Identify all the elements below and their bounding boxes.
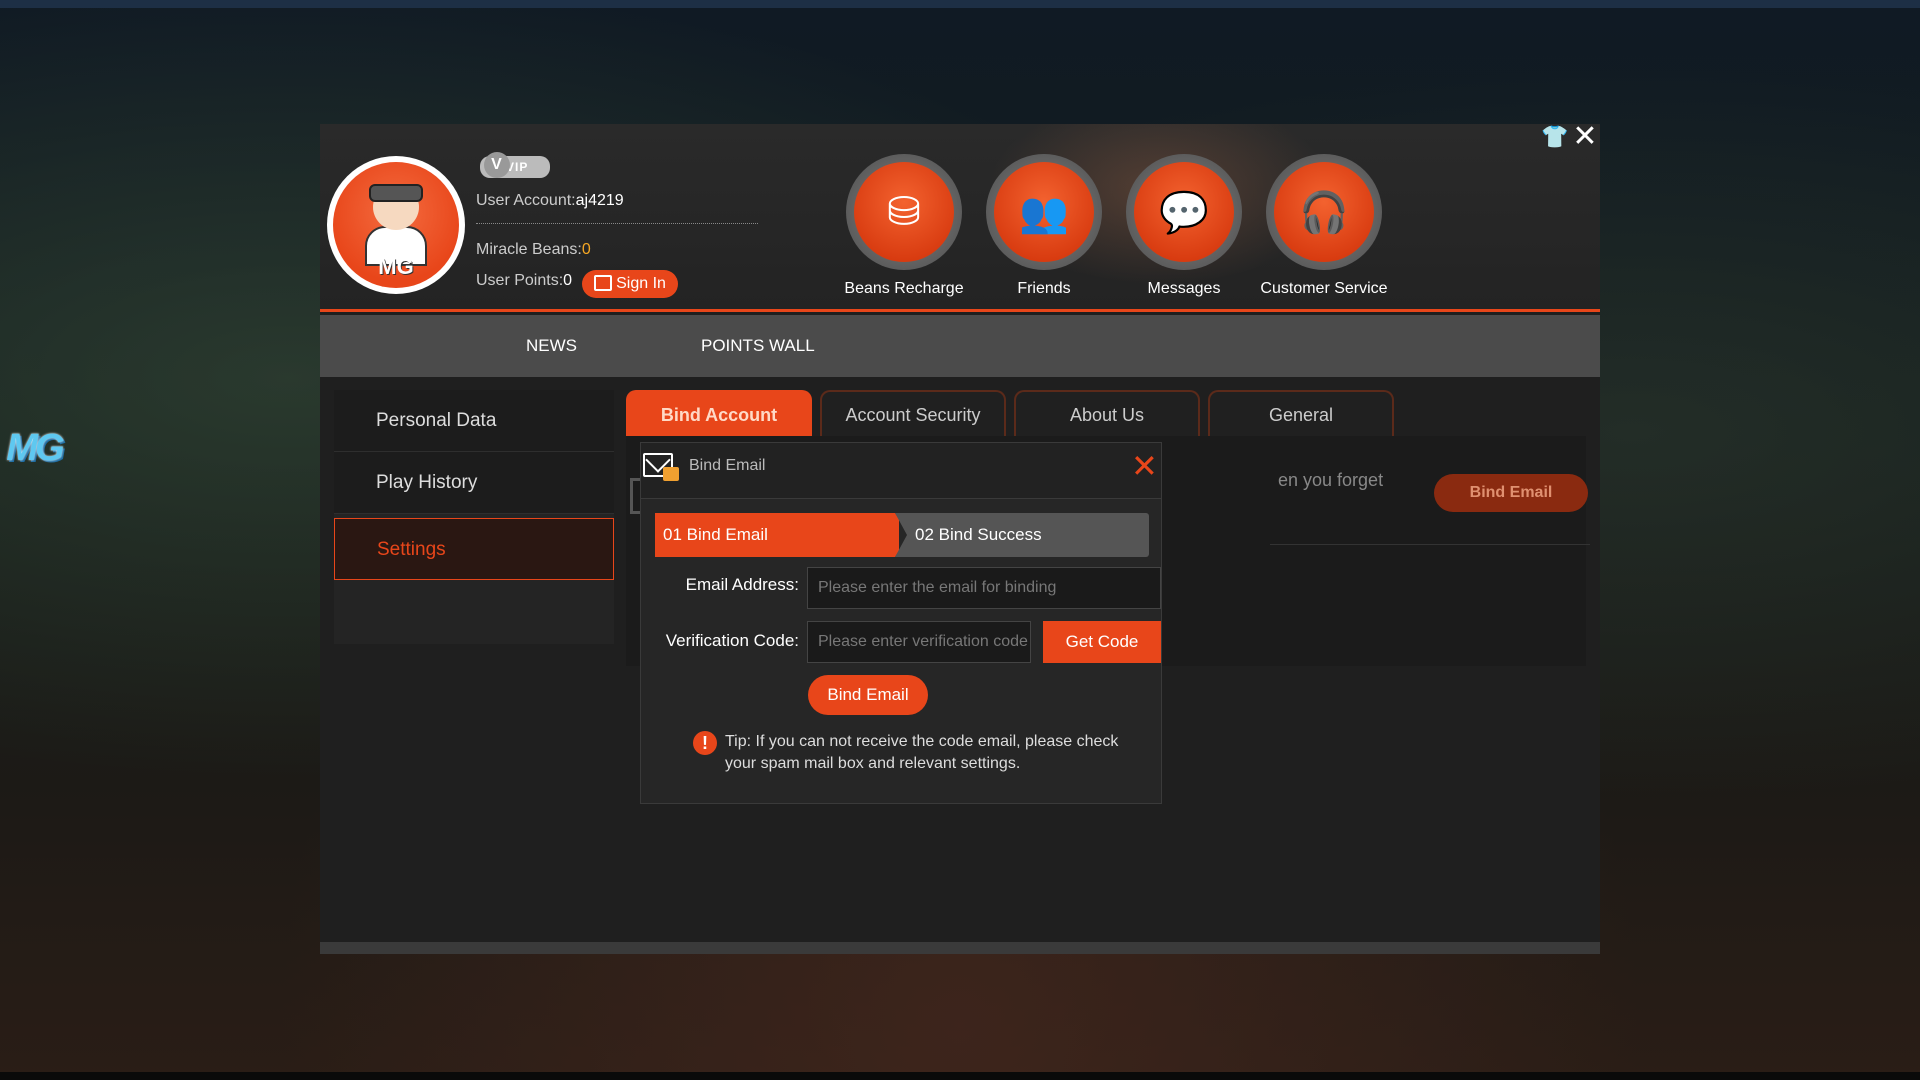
divider xyxy=(476,223,758,224)
user-account-label: User Account: xyxy=(476,192,576,209)
step-bind-success: 02 Bind Success xyxy=(895,513,1149,557)
background-bind-email-button[interactable]: Bind Email xyxy=(1434,474,1588,512)
messages-ring: 💬 xyxy=(1126,154,1242,270)
get-code-button[interactable]: Get Code xyxy=(1043,621,1161,663)
sidebar-item-settings[interactable]: Settings xyxy=(334,518,614,580)
miracle-beans-label: Miracle Beans: xyxy=(476,241,582,258)
verification-code-label: Verification Code: xyxy=(665,631,799,650)
sign-in-label: Sign In xyxy=(616,275,666,292)
background-partial-text: en you forget xyxy=(1278,470,1384,490)
beans-recharge-ring: ⛁ xyxy=(846,154,962,270)
avatar-mg-text: MG xyxy=(378,254,414,279)
headset-icon: 🎧 xyxy=(1274,162,1374,262)
miracle-beans: Miracle Beans:0 xyxy=(476,241,591,259)
tip-text: Tip: If you can not receive the code ema… xyxy=(725,733,1119,772)
top-edge-bar xyxy=(0,0,1920,8)
side-mg-logo[interactable]: MG xyxy=(6,420,64,476)
vip-badge: V VIP xyxy=(480,152,550,178)
email-input[interactable] xyxy=(807,567,1161,609)
user-points-value: 0 xyxy=(563,272,573,289)
coins-icon: ⛁ xyxy=(854,162,954,262)
user-account: User Account:aj4219 xyxy=(476,192,624,210)
miracle-beans-value: 0 xyxy=(581,241,591,258)
customer-service-label: Customer Service xyxy=(1260,280,1388,297)
customer-service-ring: 🎧 xyxy=(1266,154,1382,270)
dialog-close-icon[interactable]: ✕ xyxy=(1131,450,1158,482)
background-divider xyxy=(1270,544,1590,545)
mail-badge-icon xyxy=(663,467,679,481)
nav-points-wall[interactable]: POINTS WALL xyxy=(701,315,815,377)
customer-service-button[interactable]: 🎧 Customer Service xyxy=(1254,154,1394,298)
bind-email-button[interactable]: Bind Email xyxy=(808,675,928,715)
bottom-edge-bar xyxy=(0,1072,1920,1080)
tab-bind-account[interactable]: Bind Account xyxy=(626,390,812,436)
messages-button[interactable]: 💬 Messages xyxy=(1114,154,1254,298)
sidebar: Personal Data Play History Settings xyxy=(334,390,614,644)
avatar-vr-goggle-shape xyxy=(369,184,423,202)
tab-account-security[interactable]: Account Security xyxy=(820,390,1006,436)
user-points-label: User Points: xyxy=(476,272,564,289)
avatar[interactable]: MG xyxy=(327,156,465,294)
beans-recharge-label: Beans Recharge xyxy=(844,280,964,297)
email-label: Email Address: xyxy=(685,575,799,594)
user-points: User Points:0 xyxy=(476,272,572,290)
dialog-title: Bind Email xyxy=(689,457,766,474)
window-bottom-strip xyxy=(320,942,1600,954)
top-nav: NEWS POINTS WALL xyxy=(320,315,1600,377)
sign-in-button[interactable]: Sign In xyxy=(582,270,678,298)
step-bind-email: 01 Bind Email xyxy=(655,513,899,557)
messages-label: Messages xyxy=(1147,280,1221,297)
sidebar-item-personal-data[interactable]: Personal Data xyxy=(334,390,614,452)
calendar-icon xyxy=(594,275,613,291)
friends-icon: 👥 xyxy=(994,162,1094,262)
settings-window: 👕 ✕ MG V VIP User Account:aj4219 Miracle… xyxy=(320,122,1600,954)
close-window-icon[interactable]: ✕ xyxy=(1570,122,1600,152)
nav-news[interactable]: NEWS xyxy=(526,315,577,377)
avatar-image: MG xyxy=(333,162,459,288)
sidebar-item-play-history[interactable]: Play History xyxy=(334,452,614,514)
dialog-header: Bind Email ✕ xyxy=(641,443,1161,499)
tab-about-us[interactable]: About Us xyxy=(1014,390,1200,436)
user-account-value: aj4219 xyxy=(575,192,624,209)
friends-button[interactable]: 👥 Friends xyxy=(974,154,1114,298)
verification-code-input[interactable] xyxy=(807,621,1031,663)
warning-icon: ! xyxy=(693,731,717,755)
tab-general[interactable]: General xyxy=(1208,390,1394,436)
vip-v-icon: V xyxy=(484,152,510,178)
messages-icon: 💬 xyxy=(1134,162,1234,262)
user-header: 👕 ✕ MG V VIP User Account:aj4219 Miracle… xyxy=(320,122,1600,312)
bind-email-dialog: Bind Email ✕ 01 Bind Email 02 Bind Succe… xyxy=(640,442,1162,804)
skin-shirt-icon[interactable]: 👕 xyxy=(1541,124,1568,150)
friends-ring: 👥 xyxy=(986,154,1102,270)
beans-recharge-button[interactable]: ⛁ Beans Recharge xyxy=(834,154,974,298)
friends-label: Friends xyxy=(1017,280,1071,297)
